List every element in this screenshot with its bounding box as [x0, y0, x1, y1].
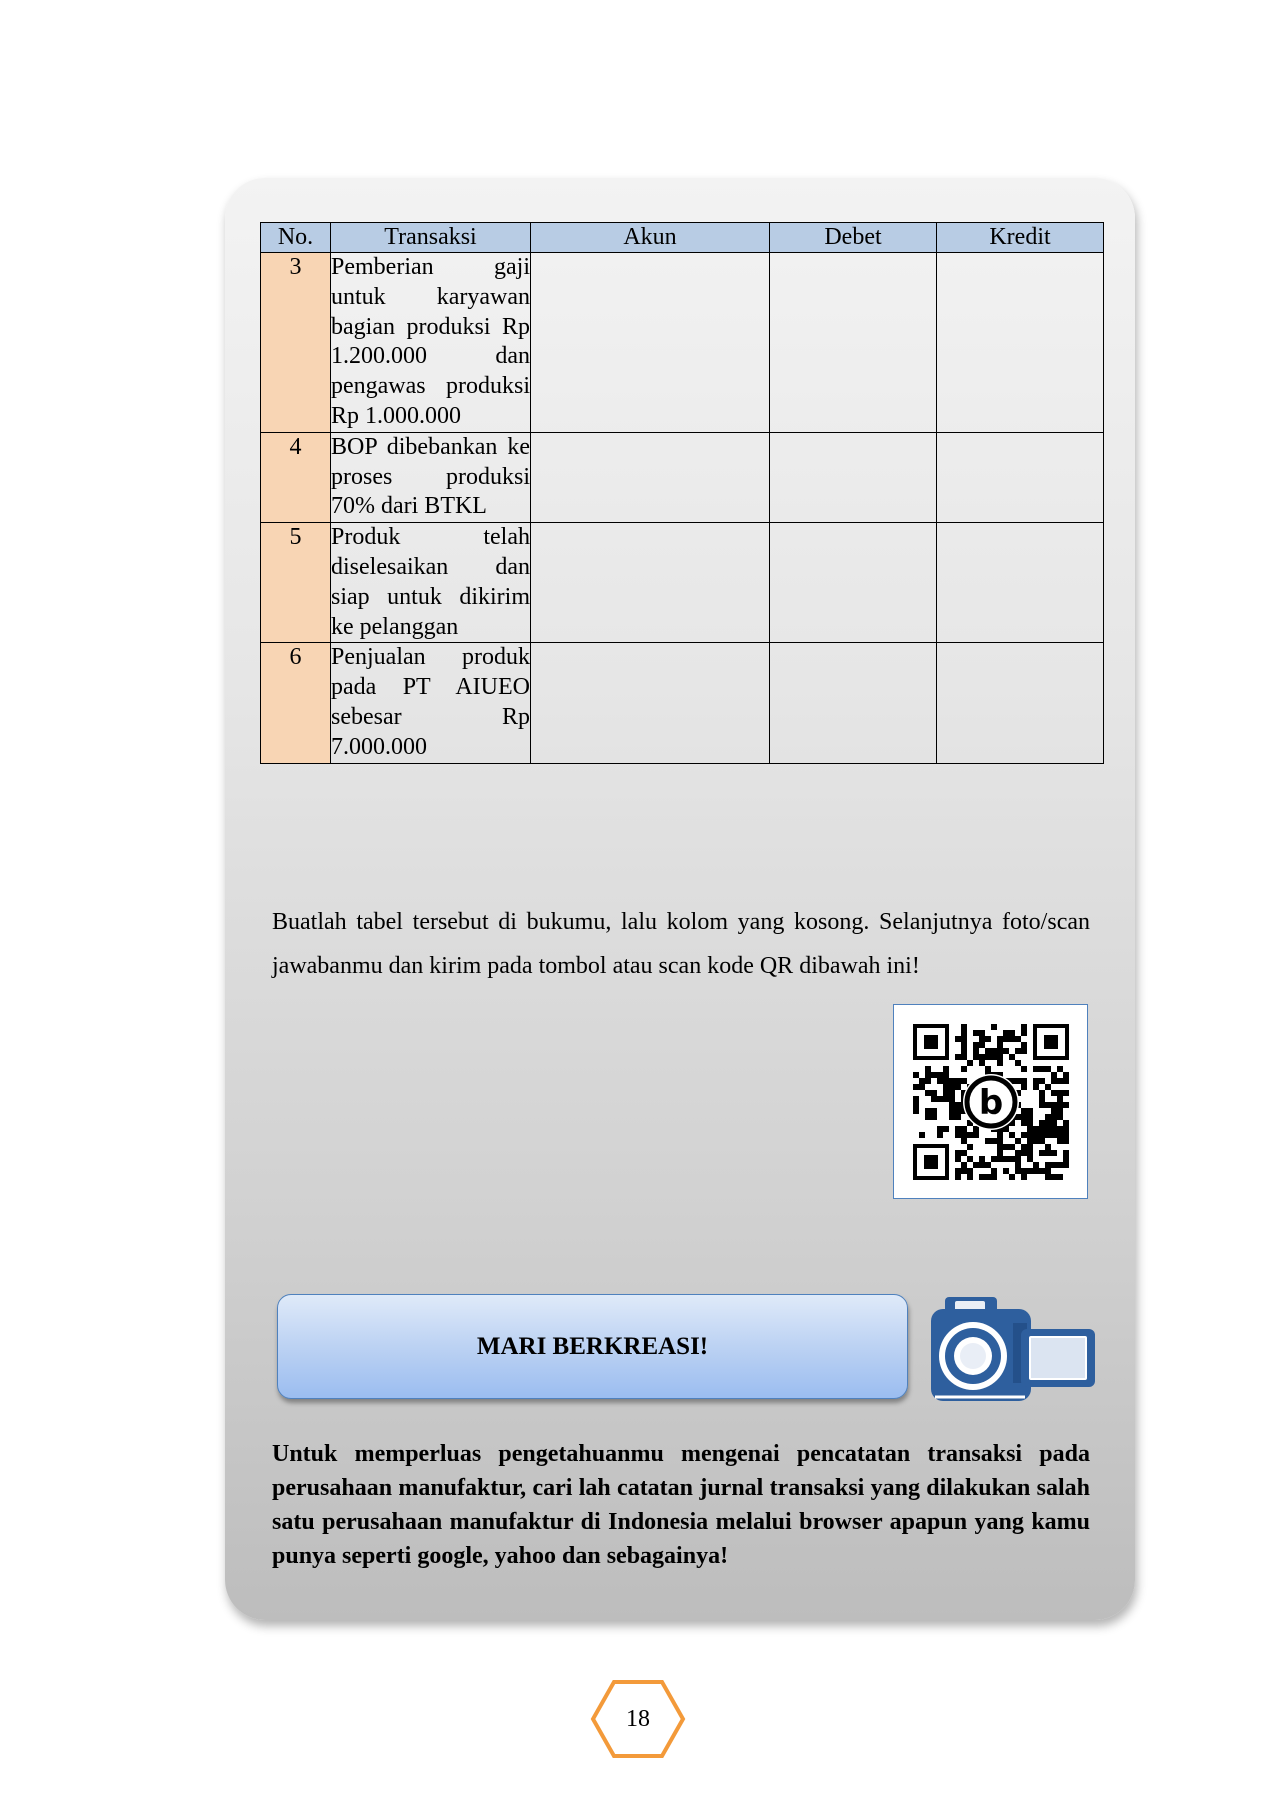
qr-center-logo: b [979, 1083, 1003, 1123]
qr-code-link[interactable]: b [893, 1004, 1088, 1199]
header-debet: Debet [769, 222, 937, 253]
debet-cell [769, 642, 937, 764]
mari-berkreasi-label: MARI BERKREASI! [476, 1332, 709, 1360]
video-camera-icon [925, 1293, 1097, 1410]
debet-cell [769, 252, 937, 433]
transaction-description: Penjualan produk pada PT AIUEO sebesar R… [330, 642, 531, 764]
journal-table: No. Transaksi Akun Debet Kredit 3 Pember… [260, 222, 1104, 764]
header-no: No. [260, 222, 331, 253]
row-number: 4 [260, 431, 331, 524]
akun-cell [530, 252, 770, 433]
row-number: 3 [260, 252, 331, 433]
table-row: 4 BOP dibebankan ke proses produksi 70% … [260, 431, 1104, 524]
instruction-text: Buatlah tabel tersebut di bukumu, lalu k… [272, 909, 1090, 979]
row-number: 6 [260, 642, 331, 764]
akun-cell [530, 522, 770, 644]
debet-cell [769, 522, 937, 644]
kredit-cell [936, 431, 1104, 524]
kredit-cell [936, 252, 1104, 433]
table-row: 3 Pemberian gaji untuk karyawan bagian p… [260, 252, 1104, 433]
page-number: 18 [626, 1706, 650, 1732]
transaction-description: Pemberian gaji untuk karyawan bagian pro… [330, 252, 531, 433]
table-header-row: No. Transaksi Akun Debet Kredit [260, 222, 1104, 253]
qr-code-icon: b [913, 1024, 1069, 1180]
enrichment-text: Untuk memperluas pengetahuanmu mengenai … [272, 1441, 1090, 1569]
mari-berkreasi-button[interactable]: MARI BERKREASI! [277, 1294, 908, 1399]
page-number-badge: 18 [590, 1679, 686, 1759]
kredit-cell [936, 642, 1104, 764]
header-transaksi: Transaksi [330, 222, 531, 253]
kredit-cell [936, 522, 1104, 644]
row-number: 5 [260, 522, 331, 644]
header-kredit: Kredit [936, 222, 1104, 253]
table-row: 6 Penjualan produk pada PT AIUEO sebesar… [260, 642, 1104, 764]
header-akun: Akun [530, 222, 770, 253]
akun-cell [530, 431, 770, 524]
table-row: 5 Produk telah diselesaikan dan siap unt… [260, 522, 1104, 644]
debet-cell [769, 431, 937, 524]
akun-cell [530, 642, 770, 764]
transaction-description: BOP dibebankan ke proses produksi 70% da… [330, 431, 531, 524]
transaction-description: Produk telah diselesaikan dan siap untuk… [330, 522, 531, 644]
